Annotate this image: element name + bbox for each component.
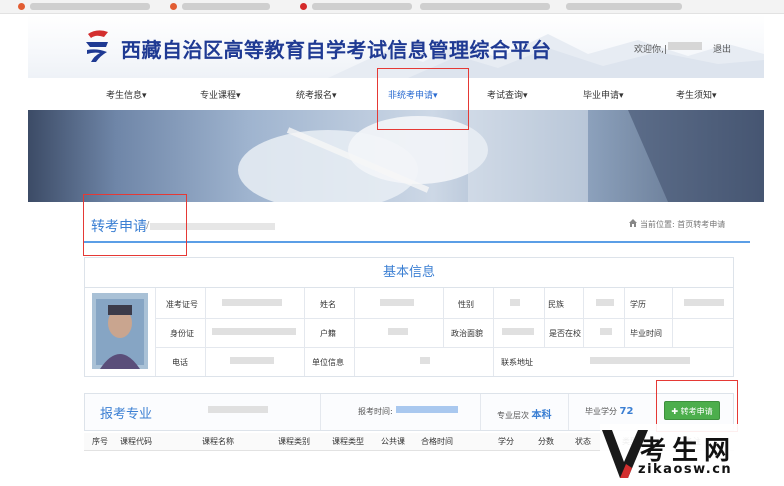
home-icon bbox=[629, 219, 637, 227]
column-header: 分数 bbox=[538, 437, 554, 446]
label-ethnicity: 民族 bbox=[548, 300, 564, 309]
label-gender: 性别 bbox=[458, 300, 474, 309]
watermark-url: zikaosw.cn bbox=[638, 462, 733, 477]
highlight-nav-non-unified bbox=[377, 68, 469, 130]
label-political: 政治面貌 bbox=[451, 329, 483, 338]
value-employer-blurred bbox=[420, 357, 430, 364]
nav-item-unified-exam-registration[interactable]: 统考报名▾ bbox=[296, 88, 337, 101]
registration-time-blurred bbox=[396, 406, 458, 413]
label-name: 姓名 bbox=[320, 300, 336, 309]
graduation-credits-value: 72 bbox=[619, 406, 634, 417]
highlight-page-title bbox=[83, 194, 187, 256]
column-header: 学分 bbox=[498, 437, 514, 446]
label-address: 联系地址 bbox=[501, 358, 533, 367]
nav-item-student-notice[interactable]: 考生须知▾ bbox=[676, 88, 717, 101]
label-at-school: 是否在校 bbox=[549, 329, 581, 338]
value-gender-blurred bbox=[510, 299, 520, 306]
value-political-blurred bbox=[502, 328, 534, 335]
major-level-value: 本科 bbox=[531, 410, 552, 421]
column-header: 公共课 bbox=[381, 437, 405, 446]
label-employer: 单位信息 bbox=[312, 358, 344, 367]
welcome-label: 欢迎你, bbox=[634, 45, 664, 55]
label-education: 学历 bbox=[630, 300, 646, 309]
nav-item-graduation-application[interactable]: 毕业申请▾ bbox=[583, 88, 624, 101]
nav-item-exam-query[interactable]: 考试查询▾ bbox=[487, 88, 528, 101]
value-id-card-blurred bbox=[212, 328, 296, 335]
major-level-label: 专业层次 bbox=[497, 411, 529, 420]
nav-item-major-courses[interactable]: 专业课程▾ bbox=[200, 88, 241, 101]
label-exam-no: 准考证号 bbox=[166, 300, 198, 309]
graduation-credits: 毕业学分 72 bbox=[585, 406, 633, 417]
value-at-school-blurred bbox=[600, 328, 612, 335]
value-address-blurred bbox=[590, 357, 690, 364]
site-title: 西藏自治区高等教育自学考试信息管理综合平台 bbox=[121, 38, 552, 62]
tab-favicon-icon bbox=[18, 3, 25, 10]
basic-info-title: 基本信息 bbox=[85, 258, 733, 288]
logout-link[interactable]: 退出 bbox=[713, 42, 731, 55]
label-phone: 电话 bbox=[172, 358, 188, 367]
browser-tab-strip bbox=[0, 0, 784, 14]
graduation-credits-label: 毕业学分 bbox=[585, 407, 617, 416]
value-hukou-blurred bbox=[388, 328, 408, 335]
browser-tab[interactable] bbox=[566, 3, 682, 10]
value-name-blurred bbox=[380, 299, 414, 306]
major-level: 专业层次 本科 bbox=[497, 406, 552, 421]
browser-tab[interactable] bbox=[420, 3, 550, 10]
column-header: 课程代码 bbox=[120, 437, 152, 446]
nav-item-student-info[interactable]: 考生信息▾ bbox=[106, 88, 147, 101]
column-header: 序号 bbox=[92, 437, 108, 446]
value-ethnicity-blurred bbox=[596, 299, 614, 306]
welcome-text: 欢迎你, | bbox=[634, 42, 702, 55]
label-id-card: 身份证 bbox=[170, 329, 194, 338]
column-header: 状态 bbox=[575, 437, 591, 446]
major-name-blurred bbox=[208, 406, 268, 413]
column-header: 课程类型 bbox=[332, 437, 364, 446]
column-header: 课程类别 bbox=[278, 437, 310, 446]
registration-time-label: 报考时间: bbox=[358, 407, 393, 416]
breadcrumb-location: 当前位置: 首页转考申请 bbox=[640, 220, 726, 229]
value-phone-blurred bbox=[230, 357, 274, 364]
student-photo bbox=[92, 293, 148, 369]
browser-tab[interactable] bbox=[30, 3, 150, 10]
value-exam-no-blurred bbox=[222, 299, 282, 306]
site-logo-icon bbox=[86, 30, 108, 62]
label-hukou: 户籍 bbox=[320, 329, 336, 338]
label-grad-time: 毕业时间 bbox=[630, 329, 662, 338]
column-header: 课程名称 bbox=[202, 437, 234, 446]
value-education-blurred bbox=[684, 299, 724, 306]
username-blurred bbox=[667, 42, 702, 50]
tab-favicon-icon bbox=[300, 3, 307, 10]
column-header: 合格时间 bbox=[421, 437, 453, 446]
tab-favicon-icon bbox=[170, 3, 177, 10]
browser-tab[interactable] bbox=[182, 3, 270, 10]
registration-major-title: 报考专业 bbox=[100, 407, 153, 422]
browser-tab[interactable] bbox=[312, 3, 412, 10]
